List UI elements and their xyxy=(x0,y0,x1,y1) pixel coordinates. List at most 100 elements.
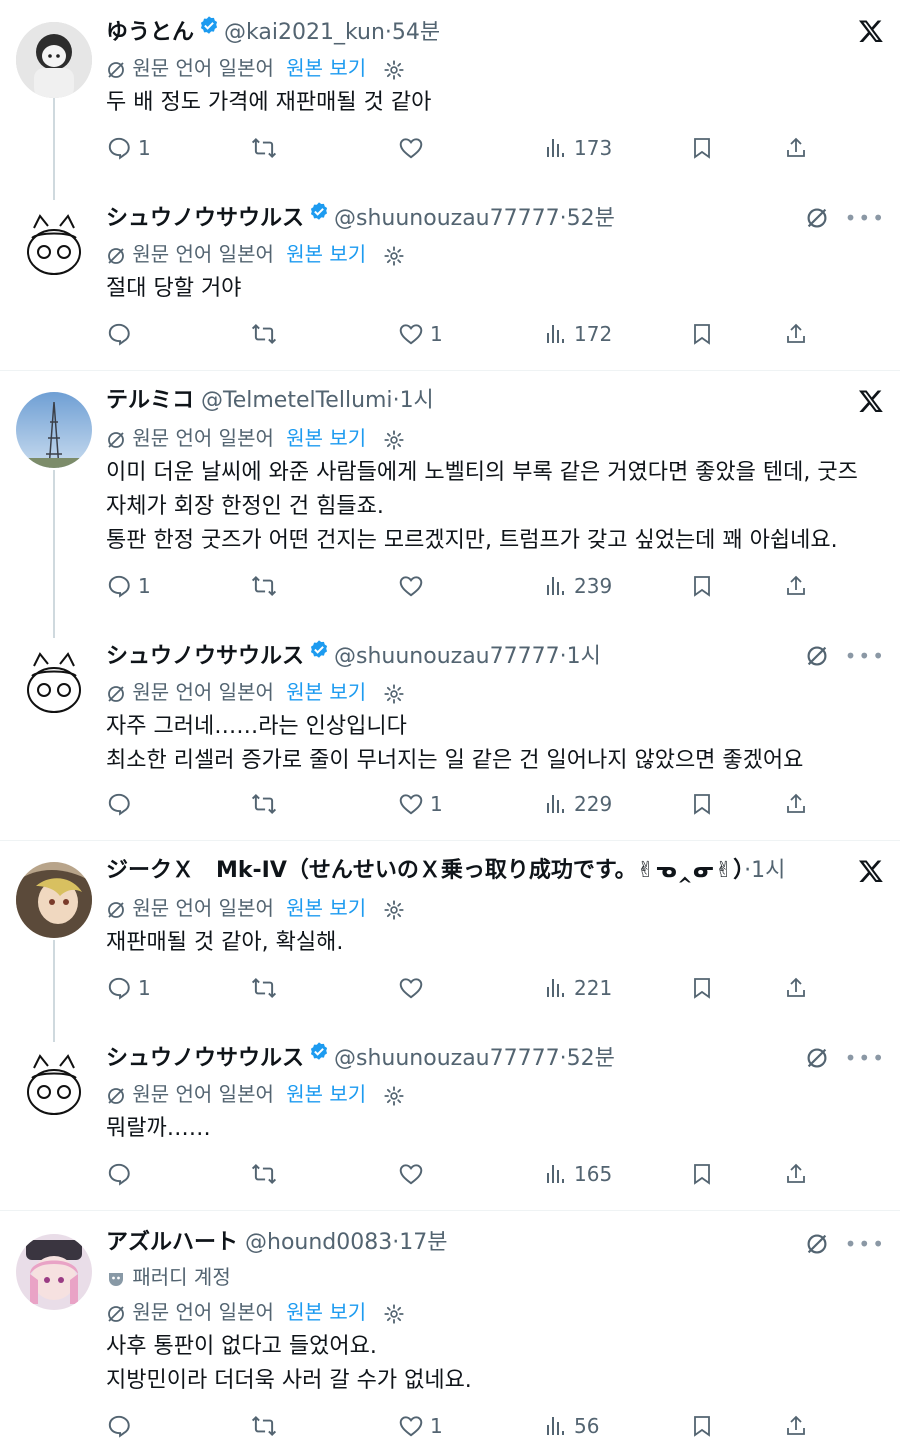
display-name[interactable]: シュウノウサウルス xyxy=(106,644,304,669)
retweet-button[interactable] xyxy=(250,316,278,352)
bookmark-button[interactable] xyxy=(690,130,714,166)
reply-button[interactable]: 1 xyxy=(106,130,151,166)
translate-slash-icon[interactable] xyxy=(805,644,829,668)
retweet-button[interactable] xyxy=(250,786,278,822)
retweet-button[interactable] xyxy=(250,568,278,604)
gear-icon[interactable] xyxy=(383,683,405,705)
avatar[interactable] xyxy=(16,1048,92,1124)
reply-button[interactable]: 1 xyxy=(106,970,151,1006)
share-button[interactable] xyxy=(784,1156,808,1192)
translate-slash-icon[interactable] xyxy=(805,1232,829,1256)
views-button[interactable]: 165 xyxy=(544,1156,612,1192)
views-button[interactable]: 239 xyxy=(544,568,612,604)
reply-button[interactable] xyxy=(106,316,132,352)
retweet-icon xyxy=(251,575,277,597)
timestamp[interactable]: 1시 xyxy=(400,388,434,413)
tweet-header: アズルハート @hound0083·17분 xyxy=(106,1226,448,1260)
reply-button[interactable] xyxy=(106,786,132,822)
timestamp[interactable]: 52분 xyxy=(567,206,615,231)
like-button[interactable] xyxy=(398,1156,424,1192)
show-original-link[interactable]: 원본 보기 xyxy=(286,1300,366,1324)
more-icon[interactable]: ••• xyxy=(845,1048,886,1068)
gear-icon[interactable] xyxy=(383,1303,405,1325)
gear-icon[interactable] xyxy=(383,1085,405,1107)
share-icon xyxy=(787,575,805,595)
show-original-link[interactable]: 원본 보기 xyxy=(286,680,366,704)
bookmark-button[interactable] xyxy=(690,568,714,604)
reply-icon xyxy=(108,1163,130,1186)
x-logo-icon[interactable] xyxy=(858,18,886,46)
gear-icon[interactable] xyxy=(383,245,405,267)
like-button[interactable] xyxy=(398,568,424,604)
share-button[interactable] xyxy=(784,316,808,352)
show-original-link[interactable]: 원본 보기 xyxy=(286,426,366,450)
bookmark-icon xyxy=(694,576,710,597)
display-name[interactable]: シュウノウサウルス xyxy=(106,1046,304,1071)
user-handle[interactable]: @shuunouzau77777 xyxy=(334,206,560,231)
gear-icon[interactable] xyxy=(383,59,405,81)
bookmark-button[interactable] xyxy=(690,1408,714,1444)
retweet-button[interactable] xyxy=(250,970,278,1006)
views-button[interactable]: 221 xyxy=(544,970,612,1006)
avatar[interactable] xyxy=(16,208,92,284)
retweet-button[interactable] xyxy=(250,1408,278,1444)
views-button[interactable]: 229 xyxy=(544,786,612,822)
separator-dot: · xyxy=(559,1046,567,1071)
like-button[interactable] xyxy=(398,130,424,166)
translate-slash-icon[interactable] xyxy=(805,206,829,230)
like-button[interactable] xyxy=(398,970,424,1006)
more-icon[interactable]: ••• xyxy=(845,208,886,228)
show-original-link[interactable]: 원본 보기 xyxy=(286,1082,366,1106)
user-handle[interactable]: @kai2021_kun xyxy=(224,20,385,45)
show-original-link[interactable]: 원본 보기 xyxy=(286,56,366,80)
retweet-button[interactable] xyxy=(250,130,278,166)
share-button[interactable] xyxy=(784,1408,808,1444)
views-button[interactable]: 173 xyxy=(544,130,612,166)
avatar[interactable] xyxy=(16,392,92,468)
display-name[interactable]: シュウノウサウルス xyxy=(106,206,304,231)
timestamp[interactable]: 17분 xyxy=(399,1230,447,1255)
views-button[interactable]: 172 xyxy=(544,316,612,352)
bookmark-button[interactable] xyxy=(690,316,714,352)
share-button[interactable] xyxy=(784,970,808,1006)
views-button[interactable]: 56 xyxy=(544,1408,599,1444)
more-icon[interactable]: ••• xyxy=(845,1234,886,1254)
user-handle[interactable]: @TelmetelTellumi xyxy=(201,388,393,413)
share-button[interactable] xyxy=(784,130,808,166)
timestamp[interactable]: 1시 xyxy=(567,644,601,669)
x-logo-icon[interactable] xyxy=(858,388,886,416)
user-handle[interactable]: @shuunouzau77777 xyxy=(334,1046,560,1071)
display-name[interactable]: ジークＸ Mk-IV（せんせいのＸ乗っ取り成功です。✌ᓀ‸ᓂ✌） xyxy=(106,858,744,883)
show-original-link[interactable]: 원본 보기 xyxy=(286,896,366,920)
gear-icon[interactable] xyxy=(383,899,405,921)
timestamp[interactable]: 54분 xyxy=(392,20,440,45)
display-name[interactable]: テルミコ xyxy=(106,388,194,413)
timestamp[interactable]: 52분 xyxy=(567,1046,615,1071)
like-button[interactable]: 1 xyxy=(398,786,443,822)
like-button[interactable]: 1 xyxy=(398,316,443,352)
timestamp[interactable]: 1시 xyxy=(751,858,785,883)
retweet-button[interactable] xyxy=(250,1156,278,1192)
reply-button[interactable] xyxy=(106,1156,132,1192)
avatar[interactable] xyxy=(16,22,92,98)
bookmark-button[interactable] xyxy=(690,1156,714,1192)
display-name[interactable]: アズルハート xyxy=(106,1230,238,1255)
show-original-link[interactable]: 원본 보기 xyxy=(286,242,366,266)
translate-slash-icon[interactable] xyxy=(805,1046,829,1070)
avatar[interactable] xyxy=(16,1234,92,1310)
display-name[interactable]: ゆうとん xyxy=(106,20,194,45)
user-handle[interactable]: @shuunouzau77777 xyxy=(334,644,560,669)
share-button[interactable] xyxy=(784,786,808,822)
bookmark-button[interactable] xyxy=(690,970,714,1006)
bookmark-button[interactable] xyxy=(690,786,714,822)
x-logo-icon[interactable] xyxy=(858,858,886,886)
share-button[interactable] xyxy=(784,568,808,604)
avatar[interactable] xyxy=(16,862,92,938)
like-button[interactable]: 1 xyxy=(398,1408,443,1444)
reply-button[interactable]: 1 xyxy=(106,568,151,604)
gear-icon[interactable] xyxy=(383,429,405,451)
user-handle[interactable]: @hound0083 xyxy=(245,1230,392,1255)
reply-button[interactable] xyxy=(106,1408,132,1444)
avatar[interactable] xyxy=(16,646,92,722)
more-icon[interactable]: ••• xyxy=(845,646,886,666)
